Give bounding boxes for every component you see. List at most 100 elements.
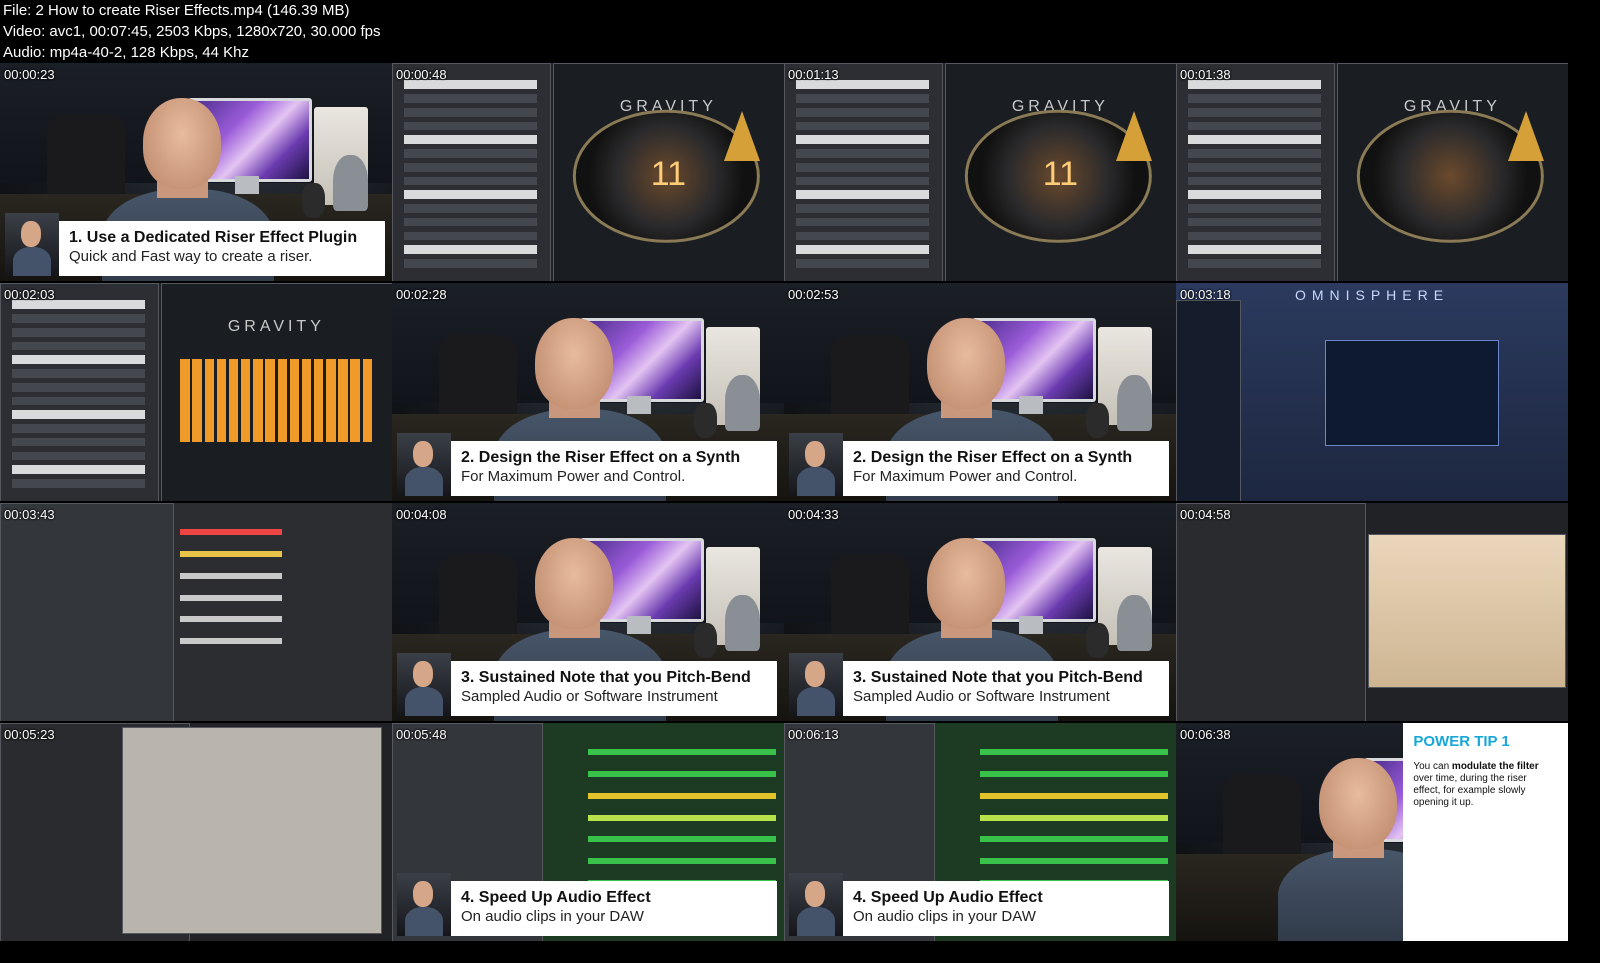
library-row[interactable] — [795, 258, 930, 268]
thumbnail-tile[interactable]: 00:02:53 2. Design the Riser Effect on a … — [784, 283, 1176, 501]
thumbnail-tile[interactable]: 00:04:58 — [1176, 503, 1568, 721]
library-row[interactable] — [403, 176, 538, 186]
region-clip[interactable] — [588, 749, 777, 756]
library-row[interactable] — [795, 231, 930, 241]
step-bar[interactable] — [301, 359, 312, 443]
library-row[interactable] — [11, 396, 146, 406]
library-row[interactable] — [403, 217, 538, 227]
region-clip[interactable] — [588, 836, 777, 843]
library-row[interactable] — [1187, 231, 1322, 241]
step-bar[interactable] — [313, 359, 324, 443]
library-row[interactable] — [795, 162, 930, 172]
library-row[interactable] — [403, 149, 538, 158]
thumbnail-tile[interactable]: 00:04:33 3. Sustained Note that you Pitch… — [784, 503, 1176, 721]
library-row[interactable] — [1187, 149, 1322, 158]
library-row[interactable] — [11, 327, 146, 337]
library-row[interactable] — [795, 94, 930, 103]
library-row[interactable] — [11, 314, 146, 323]
thumbnail-tile[interactable]: 00:05:23 — [0, 723, 392, 941]
library-row[interactable] — [11, 465, 146, 474]
step-bar[interactable] — [289, 359, 300, 443]
library-row[interactable] — [795, 245, 930, 254]
library-row[interactable] — [11, 382, 146, 392]
library-row[interactable] — [403, 231, 538, 241]
library-row[interactable] — [1187, 217, 1322, 227]
library-row[interactable] — [11, 451, 146, 461]
region-clip[interactable] — [588, 858, 777, 865]
step-bar[interactable] — [204, 359, 215, 443]
library-row[interactable] — [403, 245, 538, 254]
library-row[interactable] — [11, 424, 146, 433]
library-row[interactable] — [1187, 107, 1322, 117]
thumbnail-tile[interactable]: GRAVITY 11 00:01:13 — [784, 63, 1176, 281]
library-row[interactable] — [1187, 204, 1322, 213]
step-bar[interactable] — [350, 359, 360, 443]
library-row[interactable] — [403, 258, 538, 268]
step-bar[interactable] — [180, 359, 190, 443]
thumbnail-tile[interactable]: GRAVITY 11 00:00:48 — [392, 63, 784, 281]
region-clip[interactable] — [980, 858, 1169, 865]
library-row[interactable] — [1187, 190, 1322, 200]
library-row[interactable] — [403, 135, 538, 145]
library-row[interactable] — [11, 478, 146, 488]
library-row[interactable] — [795, 176, 930, 186]
thumbnail-tile[interactable]: 00:06:13 4. Speed Up Audio Effect On audio… — [784, 723, 1176, 941]
region-clip[interactable] — [588, 770, 777, 777]
step-bar[interactable] — [241, 359, 251, 443]
region-clip[interactable] — [588, 814, 777, 821]
library-row[interactable] — [403, 162, 538, 172]
library-row[interactable] — [1187, 94, 1322, 103]
library-row[interactable] — [1187, 258, 1322, 268]
step-bar[interactable] — [192, 359, 202, 443]
library-row[interactable] — [403, 190, 538, 200]
thumbnail-tile[interactable]: 00:03:43 — [0, 503, 392, 721]
step-bar[interactable] — [265, 359, 275, 443]
region-clip[interactable] — [980, 770, 1169, 777]
library-row[interactable] — [795, 121, 930, 131]
library-row[interactable] — [1187, 245, 1322, 254]
step-bar[interactable] — [326, 359, 336, 443]
thumbnail-tile[interactable]: 00:05:48 4. Speed Up Audio Effect On audio… — [392, 723, 784, 941]
region-clip[interactable] — [980, 792, 1169, 799]
step-bar[interactable] — [216, 359, 227, 443]
library-row[interactable] — [403, 204, 538, 213]
library-row[interactable] — [795, 107, 930, 117]
library-row[interactable] — [11, 369, 146, 378]
region-clip[interactable] — [180, 529, 283, 536]
region-clip[interactable] — [180, 572, 283, 579]
library-row[interactable] — [403, 107, 538, 117]
region-clip[interactable] — [180, 638, 283, 645]
thumbnail-tile[interactable]: GRAVITY 00:02:03 — [0, 283, 392, 501]
library-row[interactable] — [11, 437, 146, 447]
library-row[interactable] — [1187, 176, 1322, 186]
library-row[interactable] — [11, 355, 146, 365]
library-row[interactable] — [795, 190, 930, 200]
thumbnail-tile[interactable]: 00:04:08 3. Sustained Note that you Pitch… — [392, 503, 784, 721]
region-clip[interactable] — [588, 792, 777, 799]
region-clip[interactable] — [980, 814, 1169, 821]
library-row[interactable] — [403, 94, 538, 103]
library-row[interactable] — [403, 121, 538, 131]
step-bar[interactable] — [253, 359, 263, 443]
library-row[interactable] — [11, 410, 146, 420]
library-row[interactable] — [11, 341, 146, 351]
region-clip[interactable] — [980, 836, 1169, 843]
library-row[interactable] — [795, 149, 930, 158]
library-row[interactable] — [795, 135, 930, 145]
library-row[interactable] — [795, 204, 930, 213]
library-row[interactable] — [1187, 135, 1322, 145]
region-clip[interactable] — [180, 616, 283, 623]
step-bar[interactable] — [338, 359, 348, 443]
library-row[interactable] — [1187, 162, 1322, 172]
region-clip[interactable] — [180, 594, 283, 601]
region-clip[interactable] — [980, 749, 1169, 756]
thumbnail-tile[interactable]: 00:02:28 2. Design the Riser Effect on a … — [392, 283, 784, 501]
thumbnail-tile[interactable]: OMNISPHERE 00:03:18 — [1176, 283, 1568, 501]
library-row[interactable] — [795, 217, 930, 227]
thumbnail-tile[interactable]: POWER TIP 1 You can modulate the filter o… — [1176, 723, 1568, 941]
step-bar[interactable] — [228, 359, 239, 443]
region-clip[interactable] — [180, 550, 283, 557]
thumbnail-tile[interactable]: GRAVITY 00:01:38 — [1176, 63, 1568, 281]
step-bar[interactable] — [362, 359, 372, 443]
step-bar[interactable] — [277, 359, 287, 443]
